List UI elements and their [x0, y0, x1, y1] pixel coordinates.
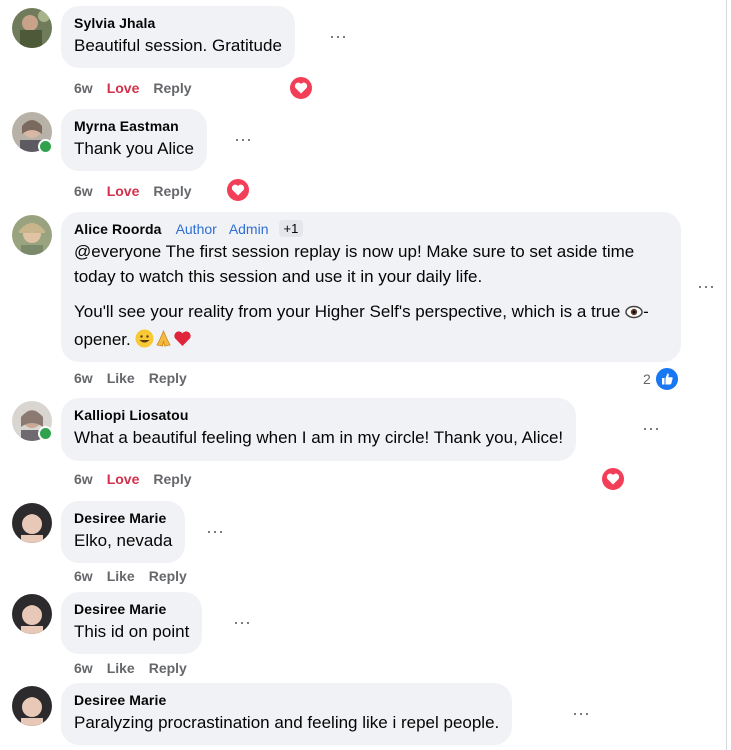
online-status-indicator — [38, 139, 53, 154]
more-options-icon[interactable]: ··· — [642, 419, 660, 437]
reply-button[interactable]: Reply — [149, 660, 187, 676]
comment-author[interactable]: Kalliopi Liosatou — [74, 407, 188, 423]
comment-text: Paralyzing procrastination and feeling l… — [74, 713, 500, 732]
heart-reaction-icon[interactable] — [288, 75, 314, 101]
comment-paragraph: You'll see your reality from your Higher… — [74, 299, 668, 355]
red-heart-emoji-icon — [173, 329, 192, 355]
comment-time[interactable]: 6w — [74, 471, 93, 487]
comment-text: Beautiful session. Gratitude — [74, 36, 282, 55]
comment-bubble: Kalliopi Liosatou What a beautiful feeli… — [61, 398, 577, 461]
comment-time[interactable]: 6w — [74, 370, 93, 386]
like-button[interactable]: Like — [107, 370, 135, 386]
comment-time[interactable]: 6w — [74, 183, 93, 199]
comment-text: Thank you Alice — [74, 139, 195, 158]
author-badge[interactable]: Author — [176, 221, 217, 237]
comment-author[interactable]: Alice Roorda — [74, 221, 162, 237]
comment-bubble: Alice Roorda Author Admin +1 @everyone T… — [61, 212, 681, 362]
more-options-icon[interactable]: ··· — [234, 130, 252, 148]
like-reaction-icon[interactable] — [654, 366, 680, 392]
comment-actions: 6w Like Reply — [74, 568, 201, 584]
comment-actions: 6w Love Reply — [74, 471, 206, 487]
like-button[interactable]: Like — [107, 568, 135, 584]
comment-time[interactable]: 6w — [74, 660, 93, 676]
comment-time[interactable]: 6w — [74, 568, 93, 584]
comment-bubble: Desiree Marie Elko, nevada — [61, 501, 186, 563]
reply-button[interactable]: Reply — [149, 370, 187, 386]
more-options-icon[interactable]: ··· — [329, 27, 347, 45]
love-button[interactable]: Love — [107, 183, 140, 199]
reply-button[interactable]: Reply — [149, 568, 187, 584]
heart-reaction-icon[interactable] — [225, 177, 251, 203]
eye-emoji-icon — [625, 302, 643, 327]
comment-actions: 6w Like Reply — [74, 660, 201, 676]
right-border — [726, 0, 727, 750]
comment-author[interactable]: Desiree Marie — [74, 692, 166, 708]
comment-paragraph: @everyone The first session replay is no… — [74, 242, 635, 286]
avatar[interactable] — [12, 594, 52, 634]
admin-badge[interactable]: Admin — [229, 221, 269, 237]
reply-button[interactable]: Reply — [153, 80, 191, 96]
comment-actions: 6w Love Reply — [74, 80, 206, 96]
comment-author[interactable]: Desiree Marie — [74, 601, 166, 617]
more-options-icon[interactable]: ··· — [233, 613, 251, 631]
avatar[interactable] — [12, 503, 52, 543]
avatar[interactable] — [12, 215, 52, 255]
reply-button[interactable]: Reply — [153, 183, 191, 199]
reply-button[interactable]: Reply — [153, 471, 191, 487]
avatar[interactable] — [12, 686, 52, 726]
comment-text-part: You'll see your reality from your Higher… — [74, 302, 626, 321]
reaction-count[interactable]: 2 — [643, 371, 651, 387]
avatar[interactable] — [12, 8, 52, 48]
comment-text: @everyone The first session replay is no… — [74, 239, 668, 355]
more-options-icon[interactable]: ··· — [572, 704, 590, 722]
more-options-icon[interactable]: ··· — [697, 277, 715, 295]
online-status-indicator — [38, 426, 53, 441]
love-button[interactable]: Love — [107, 471, 140, 487]
comment-time[interactable]: 6w — [74, 80, 93, 96]
comment-text: Elko, nevada — [74, 531, 173, 550]
comment-bubble: Desiree Marie Paralyzing procrastination… — [61, 683, 513, 745]
comment-actions: 6w Love Reply — [74, 183, 206, 199]
comment-bubble: Desiree Marie This id on point — [61, 592, 203, 654]
like-button[interactable]: Like — [107, 660, 135, 676]
grinning-face-emoji-icon — [135, 329, 154, 355]
more-badges[interactable]: +1 — [278, 220, 304, 237]
comment-text: This id on point — [74, 622, 190, 641]
more-options-icon[interactable]: ··· — [206, 522, 224, 540]
folded-hands-emoji-icon — [154, 329, 173, 355]
love-button[interactable]: Love — [107, 80, 140, 96]
heart-reaction-icon[interactable] — [600, 466, 626, 492]
comment-author[interactable]: Desiree Marie — [74, 510, 166, 526]
comment-text: What a beautiful feeling when I am in my… — [74, 428, 564, 447]
comment-actions: 6w Like Reply — [74, 370, 201, 386]
comment-author[interactable]: Sylvia Jhala — [74, 15, 155, 31]
comment-bubble: Myrna Eastman Thank you Alice — [61, 109, 208, 171]
comment-bubble: Sylvia Jhala Beautiful session. Gratitud… — [61, 6, 295, 68]
comment-author[interactable]: Myrna Eastman — [74, 118, 179, 134]
